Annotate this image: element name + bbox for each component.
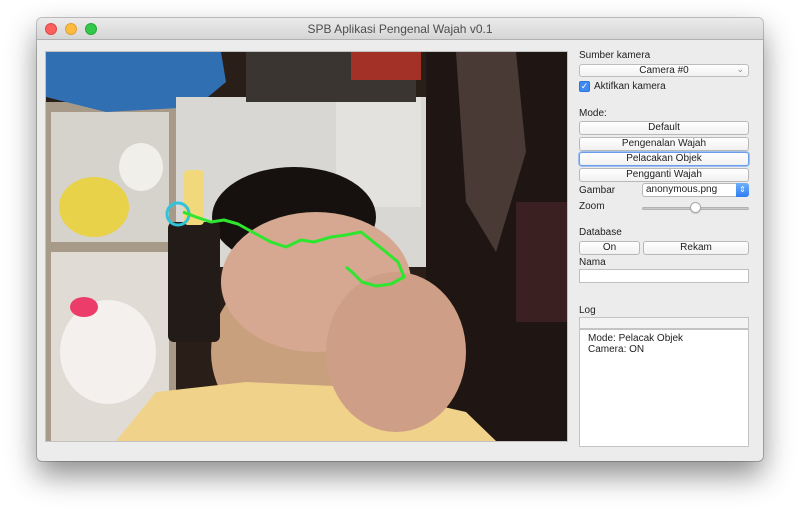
zoom-slider-thumb[interactable] (690, 202, 701, 213)
camera-select-value: Camera #0 (639, 65, 689, 76)
database-on-button[interactable]: On (579, 241, 640, 255)
log-header (579, 317, 749, 329)
log-line: Mode: Pelacak Objek (588, 333, 684, 344)
name-input[interactable] (579, 269, 749, 283)
app-window: SPB Aplikasi Pengenal Wajah v0.1 Sumber … (37, 18, 763, 461)
zoom-label: Zoom (579, 201, 605, 212)
log-label: Log (579, 305, 596, 316)
database-label: Database (579, 227, 622, 238)
log-line: Camera: ON (588, 344, 645, 355)
camera-source-label: Sumber kamera (579, 50, 651, 61)
mode-label: Mode: (579, 108, 607, 119)
name-label: Nama (579, 257, 606, 268)
control-panel: Sumber kamera Camera #0 ⌄ ✓ Aktifkan kam… (579, 18, 763, 461)
image-combo[interactable]: anonymous.png ⇕ (642, 183, 749, 197)
image-combo-value: anonymous.png (646, 184, 718, 195)
image-label: Gambar (579, 185, 616, 196)
enable-camera-label: Aktifkan kamera (594, 81, 666, 92)
database-record-button[interactable]: Rekam (643, 241, 749, 255)
camera-select[interactable]: Camera #0 ⌄ (579, 64, 749, 77)
up-down-arrows-icon: ⇕ (736, 183, 749, 197)
checkmark-icon: ✓ (580, 81, 589, 91)
mode-face-recognition-button[interactable]: Pengenalan Wajah (579, 137, 749, 151)
mode-object-tracking-button[interactable]: Pelacakan Objek (579, 152, 749, 166)
log-output[interactable]: Mode: Pelacak Objek Camera: ON (579, 329, 749, 447)
chevron-down-icon: ⌄ (736, 64, 744, 74)
mode-face-replacement-button[interactable]: Pengganti Wajah (579, 168, 749, 182)
mode-default-button[interactable]: Default (579, 121, 749, 135)
enable-camera-checkbox[interactable]: ✓ (579, 81, 590, 92)
camera-feed (45, 51, 568, 442)
